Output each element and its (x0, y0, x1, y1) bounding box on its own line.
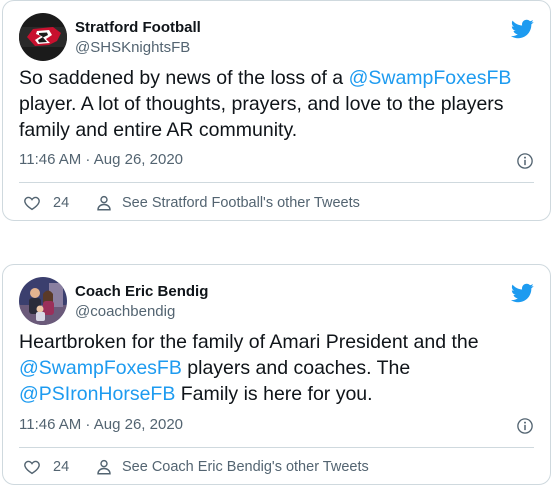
like-count: 24 (53, 195, 70, 211)
tweet-text-part: Family is here for you. (175, 383, 373, 405)
divider (19, 182, 534, 183)
person-icon (97, 195, 111, 211)
handle[interactable]: @coachbendig (75, 302, 208, 322)
tweet-text-part: So saddened by news of the loss of a (19, 67, 349, 89)
tweet-text-part: player. A lot of thoughts, prayers, and … (19, 93, 504, 141)
display-name[interactable]: Coach Eric Bendig (75, 282, 208, 302)
mention-link[interactable]: @SwampFoxesFB (19, 357, 182, 379)
see-other-tweets-label: See Stratford Football's other Tweets (122, 195, 360, 211)
tweet-text-part: players and coaches. The (181, 357, 411, 379)
see-other-tweets-label: See Coach Eric Bendig's other Tweets (122, 459, 369, 475)
info-icon[interactable] (516, 152, 534, 170)
tweet-header: Coach Eric Bendig @coachbendig (19, 277, 534, 329)
tweet-text: So saddened by news of the loss of a @Sw… (19, 65, 532, 143)
tweet-card[interactable]: Stratford Football @SHSKnightsFB So sadd… (2, 0, 551, 221)
tweet-text-part: Heartbroken for the family of Amari Pres… (19, 331, 479, 353)
tweet-card[interactable]: Coach Eric Bendig @coachbendig Heartbrok… (2, 264, 551, 485)
family-photo-icon (19, 277, 67, 325)
heart-icon (24, 196, 40, 211)
author-names: Coach Eric Bendig @coachbendig (75, 282, 208, 322)
tweet-text: Heartbroken for the family of Amari Pres… (19, 329, 532, 407)
info-icon[interactable] (516, 417, 534, 435)
like-button[interactable]: 24 (19, 193, 89, 213)
like-count: 24 (53, 459, 70, 475)
author-names: Stratford Football @SHSKnightsFB (75, 18, 201, 58)
timestamp[interactable]: 11:46 AM · Aug 26, 2020 (19, 150, 183, 170)
timestamp[interactable]: 11:46 AM · Aug 26, 2020 (19, 415, 183, 435)
heart-icon (24, 460, 40, 475)
knights-logo-icon (19, 13, 67, 61)
tweet-header: Stratford Football @SHSKnightsFB (19, 13, 534, 65)
divider (19, 447, 534, 448)
like-button[interactable]: 24 (19, 457, 89, 477)
handle[interactable]: @SHSKnightsFB (75, 38, 201, 58)
avatar[interactable] (19, 277, 67, 325)
mention-link[interactable]: @SwampFoxesFB (349, 67, 512, 89)
twitter-bird-icon[interactable] (510, 17, 534, 41)
avatar[interactable] (19, 13, 67, 61)
twitter-bird-icon[interactable] (510, 281, 534, 305)
mention-link[interactable]: @PSIronHorseFB (19, 383, 175, 405)
display-name[interactable]: Stratford Football (75, 18, 201, 38)
person-icon (97, 459, 111, 475)
